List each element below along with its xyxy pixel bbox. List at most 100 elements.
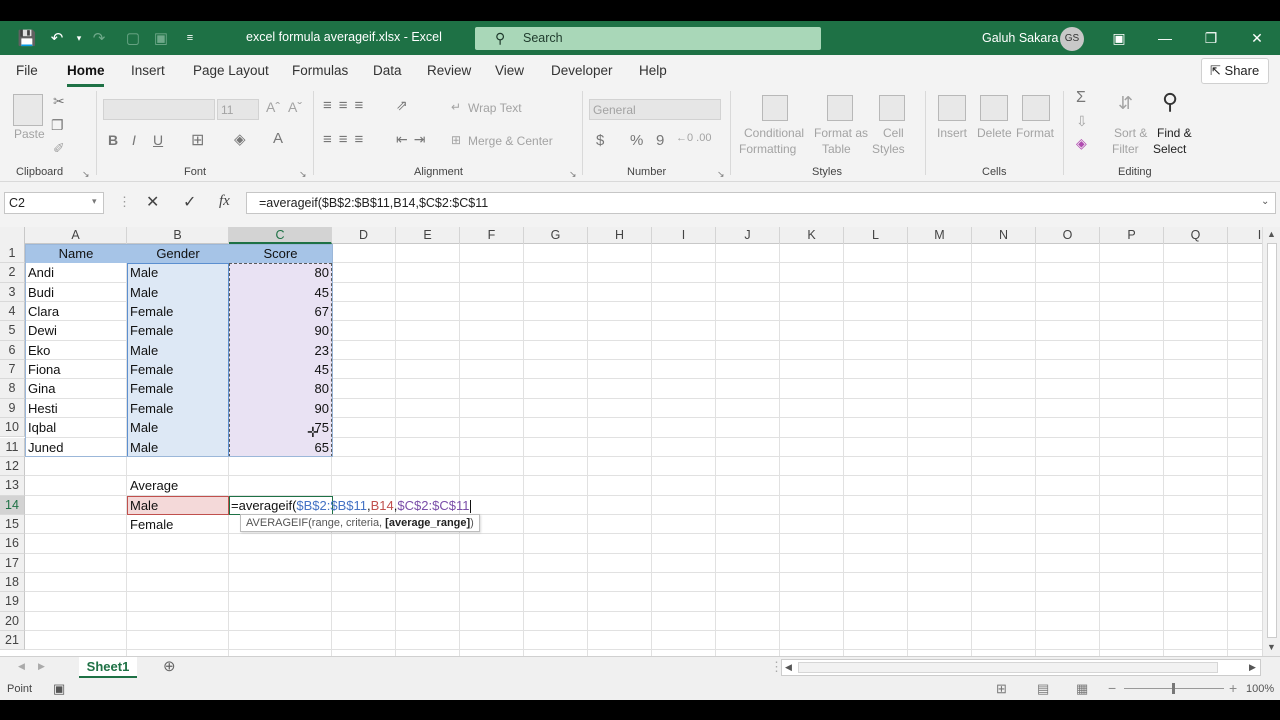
column-header-i[interactable]: I (652, 227, 716, 244)
column-header-p[interactable]: P (1100, 227, 1164, 244)
worksheet-grid[interactable]: ABCDEFGHIJKLMNOPQI 1 2 3 4 5 6 7 8 9 10 11 12 13 14 15… (0, 227, 1262, 656)
row-header-1[interactable]: 1 (0, 244, 25, 264)
page-layout-view-icon[interactable]: ▤ (1037, 681, 1049, 697)
share-button[interactable]: ⇱ Share (1201, 58, 1269, 84)
gender-cell[interactable]: Female (127, 302, 229, 321)
row-header-13[interactable]: 13 (0, 476, 25, 496)
row-header-19[interactable]: 19 (0, 592, 25, 612)
name-box[interactable]: C2 (4, 192, 104, 214)
format-painter-icon[interactable]: ✐ (53, 140, 65, 157)
gender-cell[interactable]: Male (127, 418, 229, 437)
row-header-3[interactable]: 3 (0, 282, 25, 303)
header-name-cell[interactable]: Name (25, 244, 127, 263)
row-header-18[interactable]: 18 (0, 572, 25, 593)
format-cells-button[interactable]: Format (1016, 126, 1054, 140)
column-header-e[interactable]: E (396, 227, 460, 244)
tab-developer[interactable]: Developer (551, 63, 613, 78)
sheet-tab-sheet1[interactable]: Sheet1 (79, 657, 137, 678)
name-cell[interactable]: Clara (25, 302, 127, 321)
row-header-6[interactable]: 6 (0, 340, 25, 361)
search-box[interactable]: ⚲ Search (475, 27, 821, 50)
row-header-10[interactable]: 10 (0, 418, 25, 438)
tab-data[interactable]: Data (373, 63, 402, 78)
score-cell[interactable]: 80 (229, 263, 332, 282)
row-header-17[interactable]: 17 (0, 553, 25, 573)
scroll-right-icon[interactable]: ▶ (1249, 662, 1256, 673)
row-header-7[interactable]: 7 (0, 360, 25, 380)
score-cell[interactable]: 45 (229, 283, 332, 302)
insert-cells-button[interactable]: Insert (937, 126, 967, 140)
font-name-select[interactable] (103, 99, 215, 120)
column-header-a[interactable]: A (25, 227, 127, 244)
name-box-dropdown-icon[interactable]: ▾ (92, 196, 97, 207)
horizontal-scrollbar[interactable]: ◀ ▶ (781, 659, 1261, 676)
font-launcher-icon[interactable]: ↘ (299, 169, 307, 180)
scroll-left-icon[interactable]: ◀ (785, 662, 792, 673)
expand-formula-bar-icon[interactable]: ⌄ (1261, 196, 1269, 207)
scroll-down-icon[interactable]: ▼ (1267, 642, 1276, 652)
column-header-f[interactable]: F (460, 227, 524, 244)
new-sheet-icon[interactable]: ⊕ (163, 657, 176, 675)
zoom-slider-thumb[interactable] (1172, 683, 1175, 694)
enter-icon[interactable]: ✓ (183, 192, 196, 212)
orientation-icon[interactable]: ⇗ (396, 97, 408, 114)
borders-icon[interactable]: ⊞ (191, 130, 204, 150)
row-header-2[interactable]: 2 (0, 263, 25, 283)
name-cell[interactable]: Hesti (25, 399, 127, 418)
zoom-level[interactable]: 100% (1246, 683, 1274, 695)
format-cells-icon[interactable] (1022, 95, 1050, 121)
close-icon[interactable]: ✕ (1234, 21, 1280, 55)
delete-cells-button[interactable]: Delete (977, 126, 1012, 140)
score-cell[interactable]: 23 (229, 341, 332, 360)
column-header-m[interactable]: M (908, 227, 972, 244)
scroll-up-icon[interactable]: ▲ (1267, 229, 1276, 239)
alignment-launcher-icon[interactable]: ↘ (569, 169, 577, 180)
tab-view[interactable]: View (495, 63, 524, 78)
minimize-icon[interactable]: — (1142, 21, 1188, 55)
column-header-n[interactable]: N (972, 227, 1036, 244)
zoom-in-icon[interactable]: + (1229, 680, 1237, 696)
zoom-out-icon[interactable]: − (1108, 680, 1116, 696)
column-header-o[interactable]: O (1036, 227, 1100, 244)
tab-review[interactable]: Review (427, 63, 471, 78)
autosum-icon[interactable]: Σ (1076, 89, 1086, 107)
row-header-16[interactable]: 16 (0, 534, 25, 554)
fill-color-icon[interactable]: ◈ (234, 130, 246, 148)
gender-cell[interactable]: Female (127, 399, 229, 418)
criteria-female-cell[interactable]: Female (127, 515, 229, 534)
tab-help[interactable]: Help (639, 63, 667, 78)
new-file-icon[interactable]: ▢ (120, 21, 146, 55)
name-cell[interactable]: Iqbal (25, 418, 127, 437)
scroll-thumb[interactable] (798, 662, 1218, 673)
gender-cell[interactable]: Female (127, 321, 229, 340)
score-cell[interactable]: 67 (229, 302, 332, 321)
clear-icon[interactable]: ◈ (1076, 135, 1087, 152)
scroll-thumb[interactable] (1267, 243, 1277, 638)
page-break-view-icon[interactable]: ▦ (1076, 681, 1088, 697)
row-header-9[interactable]: 9 (0, 398, 25, 419)
name-cell[interactable]: Budi (25, 283, 127, 302)
next-sheet-icon[interactable]: ▶ (38, 661, 45, 672)
increase-font-icon[interactable]: Aˆ (266, 99, 280, 115)
number-format-select[interactable]: General (589, 99, 721, 120)
row-header-12[interactable]: 12 (0, 456, 25, 477)
gender-cell[interactable]: Female (127, 379, 229, 398)
merge-center-button[interactable]: Merge & Center (468, 134, 553, 148)
sort-filter-label-1[interactable]: Sort & (1114, 126, 1147, 140)
sort-filter-icon[interactable]: ⇵ (1118, 93, 1133, 114)
vertical-scrollbar[interactable]: ▲ ▼ (1262, 227, 1280, 656)
insert-cells-icon[interactable] (938, 95, 966, 121)
clipboard-launcher-icon[interactable]: ↘ (82, 169, 90, 180)
score-cell[interactable]: 90 (229, 399, 332, 418)
vertical-align-icons[interactable]: ≡≡≡ (323, 97, 370, 114)
row-header-11[interactable]: 11 (0, 437, 25, 457)
open-file-icon[interactable]: ▣ (148, 21, 174, 55)
editing-formula-cell[interactable]: =averageif($B$2:$B$11,B14,$C$2:$C$11 (229, 496, 472, 515)
row-header-14[interactable]: 14 (0, 495, 25, 515)
column-header-c[interactable]: C (229, 227, 332, 244)
row-header-20[interactable]: 20 (0, 611, 25, 631)
name-cell[interactable]: Eko (25, 341, 127, 360)
font-color-icon[interactable]: A (273, 130, 283, 147)
percent-button[interactable]: % (630, 132, 643, 149)
row-header-21[interactable]: 21 (0, 631, 25, 651)
